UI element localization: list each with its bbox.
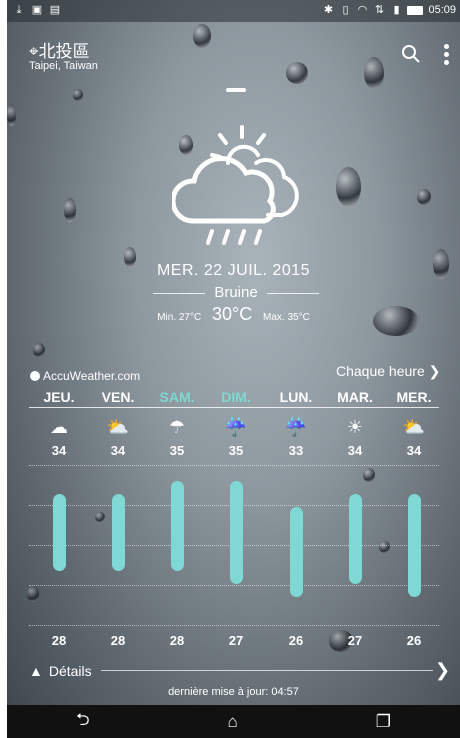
current-date: MER. 22 JUIL. 2015 [156, 262, 311, 279]
high-temp: 35 [169, 443, 185, 458]
sim-icon: ▮ [393, 4, 400, 16]
details-toggle[interactable]: ▲ Détails [29, 663, 92, 679]
divider [101, 670, 433, 671]
battery-icon [407, 5, 424, 15]
overflow-menu-icon[interactable] [444, 44, 450, 66]
high-temp: 34 [406, 443, 422, 458]
data-arrows-icon: ⇅ [374, 4, 385, 16]
forecast-day[interactable]: VEN. [93, 389, 143, 405]
drizzle-weather-icon [172, 125, 299, 245]
temp-range-bar [53, 493, 66, 572]
raindrop [364, 57, 384, 89]
forecast-day[interactable]: MAR. [330, 389, 380, 405]
raindrop [417, 189, 431, 205]
grid-line [29, 465, 439, 466]
forecast-day[interactable]: DIM. [211, 389, 261, 405]
partly-sunny-icon: ⛅ [106, 417, 130, 437]
location-name[interactable]: ⌖北投區 [29, 37, 90, 62]
grid-line [29, 625, 439, 626]
chevron-right-icon: ❯ [428, 363, 441, 379]
raindrop [64, 198, 76, 222]
location-pin-icon: ⌖ [29, 42, 39, 61]
cloud-sun-icon: ⛅ [402, 417, 426, 437]
low-temp: 26 [406, 633, 422, 648]
temp-range-bar [230, 480, 243, 585]
temp-range-bar [290, 506, 303, 598]
raindrop [27, 586, 39, 602]
rain-icon: ☔ [284, 417, 308, 437]
location-region: Taipei, Taiwan [29, 60, 98, 72]
raindrop [33, 343, 45, 357]
bluetooth-icon: ✱ [323, 4, 334, 16]
vibrate-icon: ▯ [342, 4, 349, 16]
temp-range-bar [349, 493, 362, 585]
forecast-day[interactable]: LUN. [271, 389, 321, 405]
search-icon[interactable] [401, 44, 421, 64]
status-bar: ⤓ ▣ ▤ ✱ ▯ ◠ ⇅ ▮ 05:09 [7, 0, 460, 22]
current-temps: Min. 27°C 30°C Max. 35°C [7, 304, 460, 325]
min-temp: Min. 27°C [157, 312, 202, 323]
low-temp: 27 [228, 633, 244, 648]
wifi-icon: ◠ [357, 4, 368, 16]
max-temp: Max. 35°C [263, 312, 310, 323]
download-icon: ⤓ [16, 4, 22, 16]
high-temp: 35 [228, 443, 244, 458]
high-temp: 34 [51, 443, 67, 458]
temp-range-bar [171, 480, 184, 572]
chevron-right-icon[interactable]: ❯ [435, 660, 450, 681]
recents-icon[interactable]: ❐ [376, 712, 391, 732]
raindrop [95, 512, 105, 522]
cloud-icon: ☁ [50, 417, 68, 437]
triangle-up-icon: ▲ [29, 663, 43, 679]
image-icon: ▣ [31, 4, 43, 16]
raindrop [286, 62, 308, 84]
forecast-day[interactable]: JEU. [34, 389, 84, 405]
last-updated: dernière mise à jour: 04:57 [168, 686, 299, 698]
status-time: 05:09 [428, 4, 456, 16]
forecast-day[interactable]: SAM. [152, 389, 202, 405]
low-temp: 28 [51, 633, 67, 648]
temp-range-bar [112, 493, 125, 572]
condition-row: Bruine [153, 284, 319, 302]
nav-bar: ⮌ ⌂ ❐ [7, 705, 460, 738]
low-temp: 27 [347, 633, 363, 648]
rain-sun-icon: ☂ [168, 417, 186, 437]
home-icon[interactable]: ⌂ [228, 712, 238, 732]
divider [29, 407, 439, 408]
accuweather-logo[interactable]: AccuWeather.com [30, 369, 140, 383]
raindrop [7, 104, 16, 126]
divider [267, 293, 319, 294]
calendar-icon: ▤ [49, 4, 61, 16]
forecast-day[interactable]: MER. [389, 389, 439, 405]
high-temp: 33 [288, 443, 304, 458]
current-temp: 30°C [212, 304, 253, 324]
rain-icon: ☔ [224, 417, 248, 437]
high-temp: 34 [347, 443, 363, 458]
hourly-link[interactable]: Chaque heure ❯ [336, 363, 440, 380]
grid-line [29, 585, 439, 586]
accuweather-sun-icon [30, 371, 40, 381]
weather-screen: ⤓ ▣ ▤ ✱ ▯ ◠ ⇅ ▮ 05:09 ⌖北投區 Taipei, Taiwa… [7, 0, 460, 738]
low-temp: 26 [288, 633, 304, 648]
back-icon[interactable]: ⮌ [76, 707, 90, 736]
raindrop [73, 89, 83, 101]
sun-icon: ☀ [346, 417, 364, 437]
raindrop [379, 541, 390, 553]
temp-range-bar [408, 493, 421, 598]
raindrop [363, 468, 375, 482]
low-temp: 28 [169, 633, 185, 648]
high-temp: 34 [110, 443, 126, 458]
drag-handle[interactable] [226, 88, 246, 92]
raindrop [336, 167, 361, 207]
raindrop [193, 24, 211, 48]
low-temp: 28 [110, 633, 126, 648]
